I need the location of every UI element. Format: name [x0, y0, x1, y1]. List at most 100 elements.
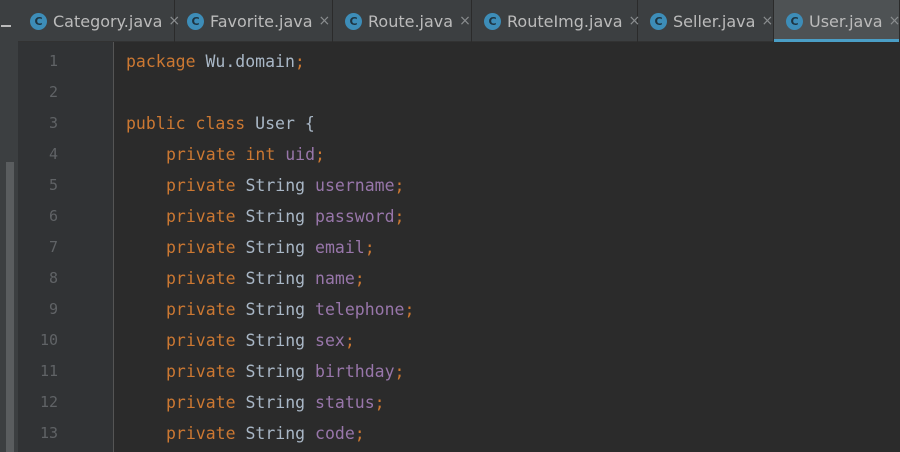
semicolon: ;: [344, 331, 355, 350]
class-icon: C: [786, 12, 803, 30]
semicolon: ;: [374, 393, 385, 412]
line-number: 8: [48, 269, 58, 287]
semicolon: ;: [354, 269, 365, 288]
type-name: String: [245, 300, 306, 319]
left-tool-strip: [0, 0, 18, 452]
keyword: private: [166, 145, 236, 164]
line-number: 9: [48, 300, 58, 318]
package-name: Wu.domain: [195, 52, 295, 71]
line-number: 4: [48, 145, 58, 163]
semicolon: ;: [354, 424, 365, 443]
line-number: 11: [39, 362, 58, 380]
type-name: String: [245, 207, 306, 226]
line-number: 3: [48, 114, 58, 132]
type-name: String: [245, 331, 306, 350]
type-name: String: [245, 269, 306, 288]
close-tab-icon[interactable]: ×: [761, 13, 773, 29]
type-name: String: [245, 362, 306, 381]
line-number: 13: [39, 424, 58, 442]
field-name: sex: [315, 331, 345, 350]
field-name: email: [315, 238, 365, 257]
class-icon: C: [345, 12, 362, 30]
field-name: birthday: [315, 362, 395, 381]
tab-user-java[interactable]: C User.java ×: [774, 0, 900, 42]
keyword: private: [166, 176, 236, 195]
semicolon: ;: [364, 238, 375, 257]
tab-label: Favorite.java: [210, 11, 313, 31]
line-number: 6: [48, 207, 58, 225]
editor-tab-bar: C Category.java × C Favorite.java × C Ro…: [18, 0, 900, 42]
tab-route-java[interactable]: C Route.java ×: [333, 0, 472, 42]
type-name: String: [245, 176, 306, 195]
semicolon: ;: [404, 300, 415, 319]
code-line-field[interactable]: private String name;: [166, 263, 365, 294]
line-number: 5: [48, 176, 58, 194]
keyword: private: [166, 331, 236, 350]
class-icon: C: [187, 12, 204, 30]
tab-routeimg-java[interactable]: C RouteImg.java ×: [472, 0, 640, 42]
side-scrollbar[interactable]: [6, 162, 14, 452]
class-icon: C: [484, 12, 501, 30]
line-number-gutter[interactable]: 1 2 3 4 5 6 7 8 9 10 11 12 13: [18, 42, 114, 452]
keyword: private: [166, 393, 236, 412]
keyword: private: [166, 362, 236, 381]
close-tab-icon[interactable]: ×: [319, 13, 331, 29]
collapse-icon[interactable]: [1, 25, 11, 27]
field-name: name: [315, 269, 355, 288]
tab-seller-java[interactable]: C Seller.java ×: [638, 0, 774, 42]
line-number: 10: [39, 331, 58, 349]
tab-label: User.java: [809, 11, 883, 31]
field-name: password: [315, 207, 395, 226]
class-icon: C: [650, 12, 667, 30]
open-brace: {: [304, 114, 315, 133]
code-line-field[interactable]: private String email;: [166, 232, 375, 263]
field-name: code: [315, 424, 355, 443]
field-name: status: [315, 393, 375, 412]
keyword: private: [166, 207, 236, 226]
code-line-field[interactable]: private String password;: [166, 201, 404, 232]
code-line-field[interactable]: private String telephone;: [166, 294, 414, 325]
line-number: 2: [48, 83, 58, 101]
semicolon: ;: [294, 52, 305, 71]
code-line-field[interactable]: private String birthday;: [166, 356, 404, 387]
semicolon: ;: [394, 207, 405, 226]
tab-label: Route.java: [368, 11, 454, 31]
keyword: package: [126, 52, 196, 71]
code-line-1[interactable]: package Wu.domain;: [126, 46, 305, 77]
line-number: 12: [39, 393, 58, 411]
semicolon: ;: [315, 145, 325, 164]
code-line-field[interactable]: private String username;: [166, 170, 404, 201]
line-number: 1: [48, 52, 58, 70]
keyword: private: [166, 269, 236, 288]
code-line-field[interactable]: private String sex;: [166, 325, 355, 356]
tab-label: Category.java: [53, 11, 163, 31]
semicolon: ;: [394, 362, 405, 381]
keyword: class: [195, 114, 246, 133]
field-name: telephone: [315, 300, 405, 319]
tab-label: Seller.java: [673, 11, 756, 31]
code-line-field[interactable]: private String code;: [166, 418, 365, 449]
class-name: User: [245, 114, 305, 133]
tab-category-java[interactable]: C Category.java ×: [18, 0, 180, 42]
type-name: String: [245, 424, 306, 443]
code-line-4[interactable]: private int uid;: [166, 139, 325, 170]
type-name: String: [245, 238, 306, 257]
field-name: username: [315, 176, 395, 195]
field-name: uid: [285, 145, 316, 164]
class-icon: C: [30, 12, 47, 30]
keyword: int: [245, 145, 276, 164]
keyword: private: [166, 238, 236, 257]
keyword: private: [166, 300, 236, 319]
tab-label: RouteImg.java: [507, 11, 623, 31]
close-tab-icon[interactable]: ×: [889, 13, 900, 29]
tab-favorite-java[interactable]: C Favorite.java ×: [175, 0, 333, 42]
code-line-field[interactable]: private String status;: [166, 387, 385, 418]
close-tab-icon[interactable]: ×: [459, 13, 471, 29]
keyword: public: [126, 114, 186, 133]
semicolon: ;: [394, 176, 405, 195]
keyword: private: [166, 424, 236, 443]
code-line-3[interactable]: public class User {: [126, 108, 315, 139]
type-name: String: [245, 393, 306, 412]
line-number: 7: [48, 238, 58, 256]
code-editor[interactable]: package Wu.domain; public class User { p…: [126, 42, 900, 452]
